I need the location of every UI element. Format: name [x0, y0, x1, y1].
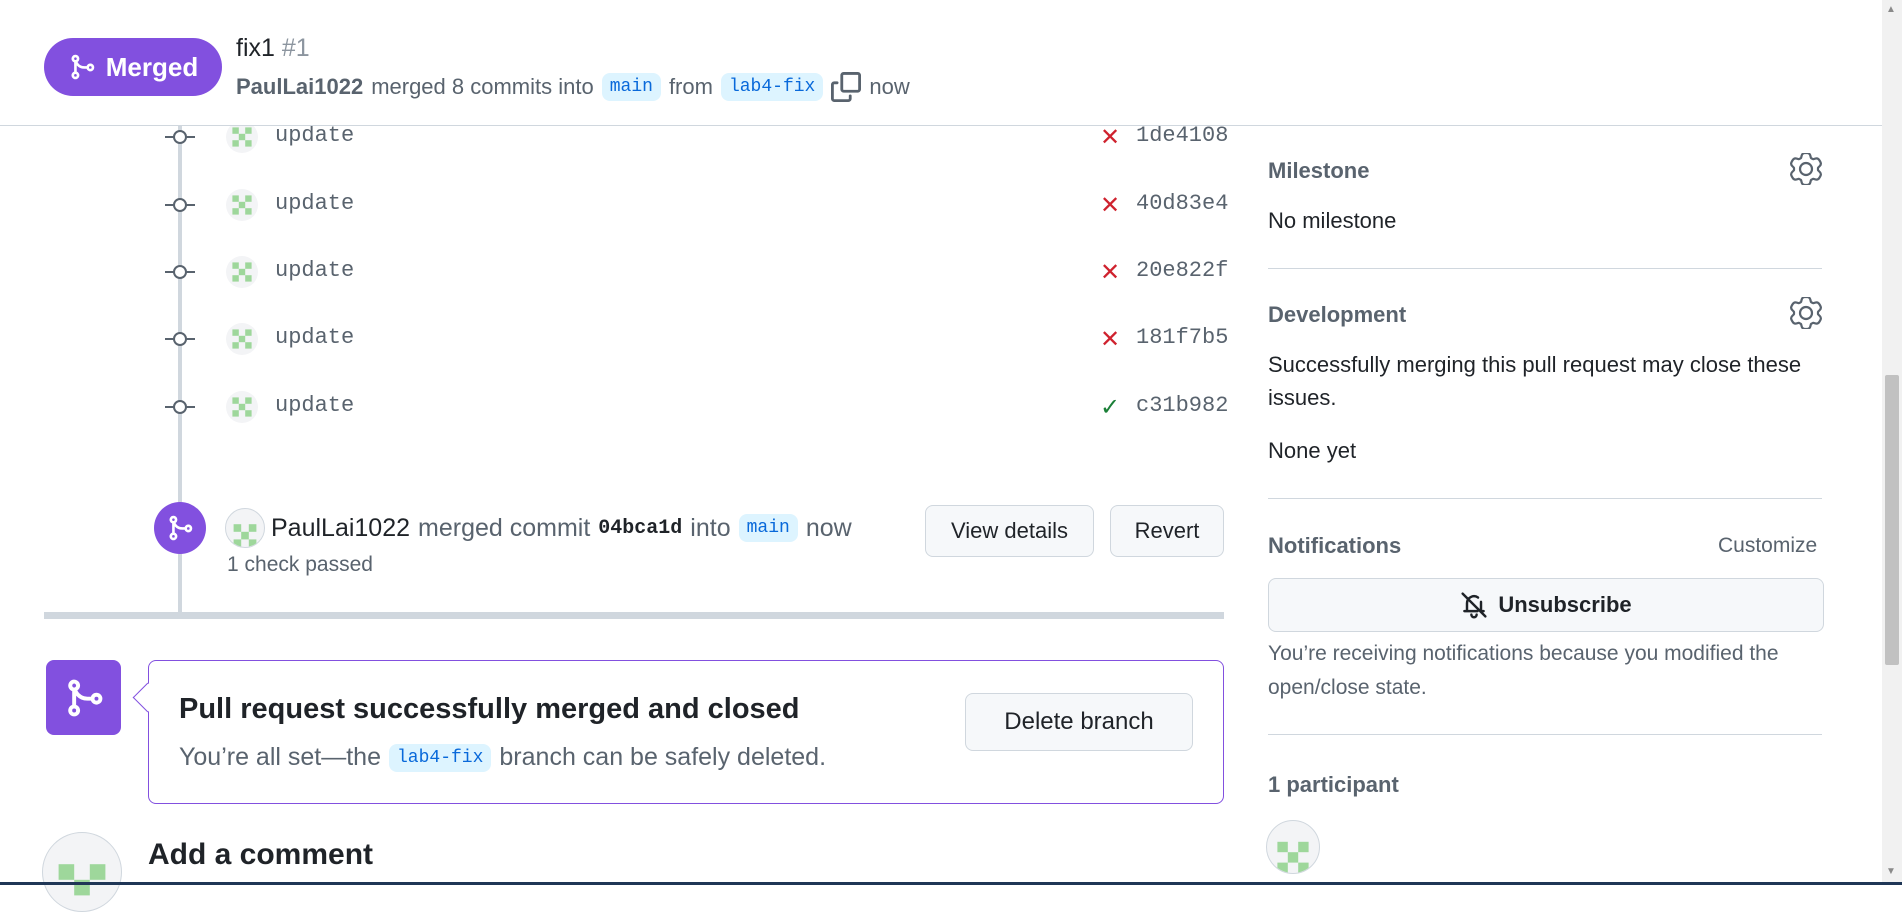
commit-node-icon [165, 198, 195, 212]
commit-message-link[interactable]: update [275, 393, 354, 418]
merge-event-line: PaulLai1022 merged commit 04bca1d into m… [271, 510, 852, 546]
pr-time: now [869, 74, 910, 99]
copy-icon[interactable] [831, 72, 862, 102]
git-merge-icon [71, 54, 95, 80]
head-branch[interactable]: lab4-fix [720, 73, 824, 101]
merged-state-label: Merged [105, 51, 199, 82]
avatar[interactable] [226, 256, 258, 288]
scroll-down-arrow-icon[interactable]: ▼ [1886, 866, 1896, 877]
commit-row: update ✕ 40d83e4 [160, 185, 1228, 225]
pr-number: #1 [281, 34, 310, 62]
merged-status-box: Pull request successfully merged and clo… [148, 660, 1224, 804]
merged-sub-before: You’re all set—the [179, 743, 381, 771]
git-merge-icon [169, 515, 193, 541]
git-merge-icon [67, 679, 102, 716]
bell-slash-icon [1461, 592, 1487, 619]
commit-node-icon [165, 400, 195, 414]
commit-message-link[interactable]: update [275, 258, 354, 283]
x-icon[interactable]: ✕ [1100, 123, 1120, 152]
milestone-heading: Milestone [1268, 158, 1370, 183]
commit-sha-link[interactable]: c31b982 [1136, 393, 1228, 418]
timeline-end-divider [44, 612, 1224, 619]
view-details-button[interactable]: View details [925, 505, 1094, 557]
merge-target-branch[interactable]: main [738, 514, 798, 542]
participants-heading: 1 participant [1268, 772, 1399, 797]
merge-event-badge [154, 502, 206, 554]
avatar[interactable] [226, 391, 258, 423]
merged-status-subtitle: You’re all set—the lab4-fix branch can b… [179, 743, 826, 772]
x-icon[interactable]: ✕ [1100, 258, 1120, 287]
sidebar-divider [1268, 734, 1822, 735]
commit-row: update ✓ c31b982 [160, 387, 1228, 427]
development-description: Successfully merging this pull request m… [1268, 352, 1802, 410]
pr-header: Merged fix1 #1 PaulLai1022 merged 8 comm… [0, 0, 1882, 126]
pr-title-text: fix1 [236, 34, 275, 62]
merged-state-badge: Merged [44, 38, 222, 96]
add-comment-heading: Add a comment [148, 838, 374, 871]
commit-sha-link[interactable]: 181f7b5 [1136, 325, 1228, 350]
deletable-branch[interactable]: lab4-fix [388, 743, 492, 772]
commit-row: update ✕ 20e822f [160, 252, 1228, 292]
commit-node-icon [165, 332, 195, 346]
merged-commit-text: merged commit [418, 513, 591, 542]
sidebar-divider [1268, 498, 1822, 499]
commit-row: update ✕ 181f7b5 [160, 319, 1228, 359]
commit-sha-link[interactable]: 20e822f [1136, 258, 1228, 283]
commit-node-icon [165, 130, 195, 144]
merge-commit-sha-link[interactable]: 04bca1d [598, 517, 682, 540]
pr-title: fix1 #1 [236, 34, 310, 63]
base-branch[interactable]: main [601, 73, 661, 101]
notifications-reason: You’re receiving notifications because y… [1268, 642, 1779, 699]
development-heading: Development [1268, 302, 1407, 327]
merge-time: now [805, 513, 852, 542]
merged-sub-after: branch can be safely deleted. [499, 743, 827, 771]
check-icon[interactable]: ✓ [1100, 393, 1120, 422]
commit-message-link[interactable]: update [275, 191, 354, 216]
customize-link[interactable]: Customize [1718, 534, 1817, 558]
pr-author-link[interactable]: PaulLai1022 [236, 74, 363, 100]
commit-node-icon [165, 265, 195, 279]
scroll-up-arrow-icon[interactable]: ▲ [1886, 4, 1896, 15]
merged-status-icon [46, 660, 121, 735]
into-text: into [690, 513, 731, 542]
commit-sha-link[interactable]: 1de4108 [1136, 123, 1228, 148]
unsubscribe-label: Unsubscribe [1498, 592, 1632, 617]
x-icon[interactable]: ✕ [1100, 191, 1120, 220]
commit-message-link[interactable]: update [275, 123, 354, 148]
avatar[interactable] [42, 832, 122, 912]
sidebar-divider [1268, 268, 1822, 269]
checks-status[interactable]: 1 check passed [227, 553, 373, 577]
from-text: from [668, 74, 713, 99]
commit-message-link[interactable]: update [275, 325, 354, 350]
pr-meta: PaulLai1022 merged 8 commits into main f… [236, 70, 910, 104]
unsubscribe-button[interactable]: Unsubscribe [1268, 578, 1824, 632]
merged-status-title: Pull request successfully merged and clo… [179, 693, 800, 725]
avatar[interactable] [1266, 820, 1320, 874]
gear-icon[interactable] [1790, 153, 1822, 185]
gear-icon[interactable] [1790, 297, 1822, 329]
milestone-value: No milestone [1268, 208, 1397, 233]
merged-commits-text: merged 8 commits into [371, 74, 594, 99]
page-scrollbar[interactable]: ▲ ▼ [1882, 0, 1902, 885]
revert-button[interactable]: Revert [1110, 505, 1224, 557]
delete-branch-button[interactable]: Delete branch [965, 693, 1193, 751]
x-icon[interactable]: ✕ [1100, 325, 1120, 354]
merge-author-link[interactable]: PaulLai1022 [271, 514, 410, 543]
development-value: None yet [1268, 438, 1357, 463]
notifications-heading: Notifications [1268, 533, 1402, 558]
avatar[interactable] [225, 508, 265, 548]
commit-sha-link[interactable]: 40d83e4 [1136, 191, 1228, 216]
scrollbar-thumb[interactable] [1885, 375, 1899, 665]
avatar[interactable] [226, 323, 258, 355]
avatar[interactable] [226, 189, 258, 221]
